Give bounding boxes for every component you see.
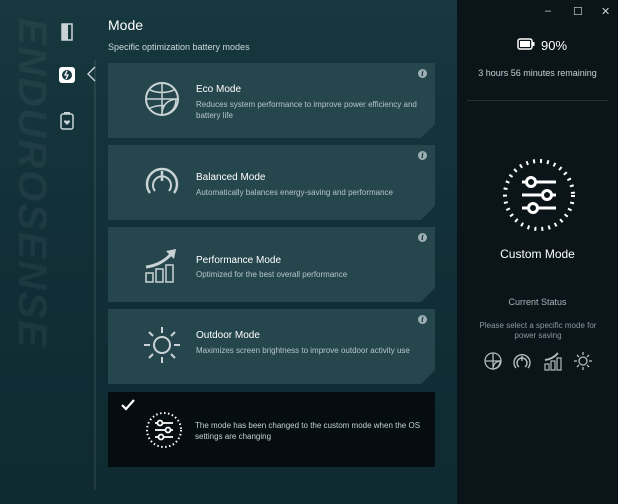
info-icon[interactable]: i (418, 151, 427, 160)
mode-name: Balanced Mode (196, 172, 266, 183)
nav-door-icon[interactable] (58, 23, 76, 41)
info-icon[interactable]: i (418, 69, 427, 78)
nav-rail (94, 60, 96, 490)
close-button[interactable]: ✕ (601, 5, 610, 18)
sun-icon (142, 325, 182, 365)
globe-leaf-icon (142, 79, 182, 119)
app-window: ENDUROSENSE Mode Specific optimization b… (0, 0, 618, 504)
mode-card-eco[interactable]: Eco Mode Reduces system performance to i… (108, 63, 435, 138)
page-subtitle: Specific optimization battery modes (108, 42, 250, 52)
mode-description: Reduces system performance to improve po… (196, 100, 417, 120)
divider (467, 100, 608, 101)
current-mode-sliders-icon (500, 156, 578, 234)
custom-mode-card[interactable]: The mode has been changed to the custom … (108, 392, 435, 467)
checkmark-icon (120, 398, 136, 417)
mini-globe-leaf-icon (484, 352, 502, 370)
nav-active-chevron-icon (86, 66, 96, 87)
mode-shortcut-icons (483, 350, 595, 372)
mode-description: Optimized for the best overall performan… (196, 270, 348, 279)
main-panel: ENDUROSENSE Mode Specific optimization b… (0, 0, 457, 504)
nav-battery-mode-icon[interactable] (58, 66, 76, 84)
info-icon[interactable]: i (418, 233, 427, 242)
nav-battery-health-icon[interactable] (58, 112, 76, 130)
battery-icon (517, 38, 535, 53)
battery-status: 90% (517, 38, 567, 53)
growth-chart-icon (142, 245, 182, 285)
page-title: Mode (108, 17, 144, 33)
custom-mode-description: The mode has been changed to the custom … (195, 421, 421, 441)
mode-card-outdoor[interactable]: Outdoor Mode Maximizes screen brightness… (108, 309, 435, 384)
mode-description: Automatically balances energy-saving and… (196, 188, 393, 197)
current-mode-label: Custom Mode (500, 247, 575, 261)
mode-card-performance[interactable]: Performance Mode Optimized for the best … (108, 227, 435, 302)
mode-name: Eco Mode (196, 84, 242, 95)
battery-remaining: 3 hours 56 minutes remaining (478, 68, 597, 78)
mode-name: Performance Mode (196, 255, 282, 266)
current-status-title: Current Status (508, 297, 567, 307)
mini-speedometer-icon (513, 354, 531, 369)
mode-name: Outdoor Mode (196, 330, 260, 341)
mini-growth-chart-icon (544, 352, 562, 371)
status-sidebar: – ☐ ✕ 90% 3 hours 56 minutes remaining C… (457, 0, 618, 504)
mode-card-balanced[interactable]: Balanced Mode Automatically balances ene… (108, 145, 435, 220)
mode-description: Maximizes screen brightness to improve o… (196, 346, 410, 355)
maximize-button[interactable]: ☐ (573, 5, 583, 18)
info-icon[interactable]: i (418, 315, 427, 324)
minimize-button[interactable]: – (545, 5, 551, 17)
speedometer-icon (142, 161, 182, 201)
sliders-icon (144, 410, 184, 450)
brand-watermark: ENDUROSENSE (10, 18, 54, 349)
current-status-description: Please select a specific mode for power … (479, 321, 597, 340)
mini-sun-icon (574, 352, 592, 370)
battery-percent: 90% (541, 38, 568, 53)
